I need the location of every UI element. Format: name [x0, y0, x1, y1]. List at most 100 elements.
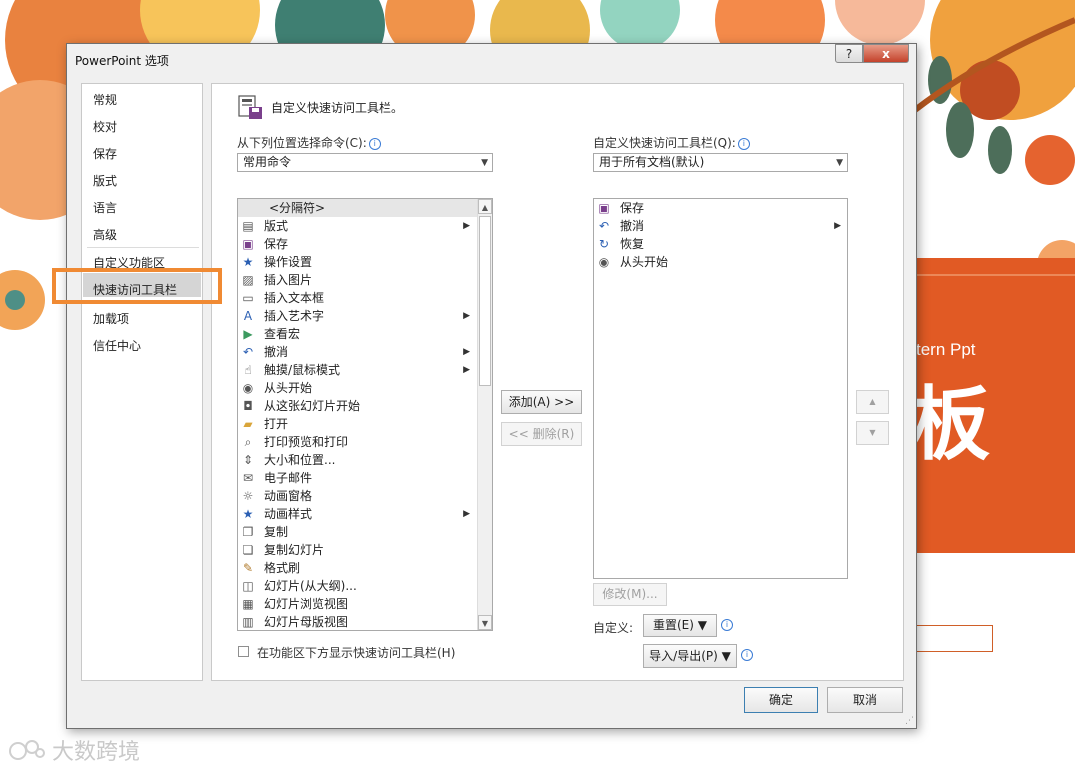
toolbar-item-row[interactable]: ◉ 从头开始 [594, 253, 847, 271]
choose-commands-label: 从下列位置选择命令(C): i [237, 134, 381, 151]
panel-heading: 自定义快速访问工具栏。 [271, 101, 404, 115]
command-row[interactable]: <分隔符> [238, 199, 492, 217]
command-label: 幻灯片(从大纲)... [264, 579, 357, 593]
command-row[interactable]: ◉ 从头开始 [238, 379, 492, 397]
toolbar-item-row[interactable]: ▣ 保存 [594, 199, 847, 217]
choose-commands-label-text: 从下列位置选择命令(C): [237, 136, 367, 150]
toolbar-item-row[interactable]: ↻ 恢复 [594, 235, 847, 253]
command-row[interactable]: ★ 操作设置 [238, 253, 492, 271]
commands-scrollbar[interactable]: ▲ ▼ [477, 199, 492, 630]
command-label: 操作设置 [264, 255, 313, 269]
help-button[interactable]: ? [835, 44, 863, 63]
save-icon: ▣ [598, 201, 610, 215]
resize-grip-icon[interactable]: ⋰ [905, 716, 914, 726]
add-button[interactable]: 添加(A) >> [501, 390, 582, 414]
toolbar-commands-list[interactable]: ▣ 保存 ↶ 撤消 ▶ ↻ 恢复 ◉ 从头开始 [593, 198, 848, 579]
modify-button[interactable]: 修改(M)... [593, 583, 667, 606]
move-down-button[interactable]: ▼ [856, 421, 889, 445]
nav-item-addins[interactable]: 加载项 [93, 310, 129, 327]
command-row[interactable]: ▶ 查看宏 [238, 325, 492, 343]
command-label: 查看宏 [264, 327, 301, 341]
info-icon: i [368, 137, 381, 150]
choose-commands-dropdown[interactable]: 常用命令 ▼ [237, 153, 493, 172]
command-row[interactable]: ☝ 触摸/鼠标模式 ▶ [238, 361, 492, 379]
layout-icon: ▤ [242, 219, 254, 233]
undo-icon: ↶ [598, 219, 610, 233]
animation-pane-icon: ☼ [242, 489, 254, 503]
customize-toolbar-dropdown[interactable]: 用于所有文档(默认) ▼ [593, 153, 848, 172]
command-label: 大小和位置... [264, 453, 336, 467]
close-button[interactable]: x [863, 44, 909, 63]
command-row[interactable]: A 插入艺术字 ▶ [238, 307, 492, 325]
command-row[interactable]: ❏ 复制幻灯片 [238, 541, 492, 559]
slide-master-icon: ▥ [242, 615, 254, 629]
command-row[interactable]: ✎ 格式刷 [238, 559, 492, 577]
customize-toolbar-value: 用于所有文档(默认) [599, 155, 705, 169]
category-nav: 常规 校对 保存 版式 语言 高级 自定义功能区 快速访问工具栏 加载项 信任中… [81, 83, 203, 681]
cancel-button[interactable]: 取消 [827, 687, 903, 713]
qat-settings-panel: 自定义快速访问工具栏。 从下列位置选择命令(C): i 常用命令 ▼ 自定义快速访… [211, 83, 904, 681]
command-label: 版式 [264, 219, 289, 233]
redo-icon: ↻ [598, 237, 610, 251]
show-below-ribbon-checkbox[interactable] [238, 646, 249, 657]
nav-item-language[interactable]: 语言 [93, 199, 117, 216]
command-row[interactable]: ◘ 从这张幻灯片开始 [238, 397, 492, 415]
submenu-arrow-icon: ▶ [463, 365, 470, 375]
nav-divider [87, 247, 199, 248]
command-row[interactable]: ⌕ 打印预览和打印 [238, 433, 492, 451]
ok-button[interactable]: 确定 [744, 687, 818, 713]
show-below-ribbon-label[interactable]: 在功能区下方显示快速访问工具栏(H) [257, 644, 455, 661]
customize-toolbar-label: 自定义快速访问工具栏(Q): i [593, 134, 750, 151]
scroll-down-icon[interactable]: ▼ [478, 615, 492, 630]
command-row[interactable]: ☼ 动画窗格 [238, 487, 492, 505]
toolbar-item-label: 从头开始 [620, 255, 669, 269]
remove-button[interactable]: << 删除(R) [501, 422, 582, 446]
command-label: 复制 [264, 525, 289, 539]
callout-highlight-box [52, 268, 222, 304]
help-icon: ? [845, 46, 853, 61]
command-row[interactable]: ▣ 保存 [238, 235, 492, 253]
nav-item-advanced[interactable]: 高级 [93, 226, 117, 243]
submenu-arrow-icon: ▶ [463, 311, 470, 321]
import-export-dropdown-button[interactable]: 导入/导出(P) ▼ [643, 644, 737, 668]
watermark-text: 大数跨境 [52, 740, 141, 765]
submenu-arrow-icon: ▶ [463, 509, 470, 519]
nav-item-general[interactable]: 常规 [93, 91, 117, 108]
command-row[interactable]: ▦ 幻灯片浏览视图 [238, 595, 492, 613]
nav-item-layout[interactable]: 版式 [93, 172, 117, 189]
command-label: 保存 [264, 237, 289, 251]
move-up-button[interactable]: ▲ [856, 390, 889, 414]
title-bar[interactable]: PowerPoint 选项 ? x [67, 44, 914, 74]
nav-item-save[interactable]: 保存 [93, 145, 117, 162]
toolbar-item-row[interactable]: ↶ 撤消 ▶ [594, 217, 847, 235]
command-row[interactable]: ❐ 复制 [238, 523, 492, 541]
info-icon: i [721, 619, 733, 631]
scroll-thumb[interactable] [479, 216, 491, 386]
nav-item-proofing[interactable]: 校对 [93, 118, 117, 135]
slide-title: 板 [910, 378, 990, 471]
customizations-label: 自定义: [593, 621, 634, 635]
command-row[interactable]: ▰ 打开 [238, 415, 492, 433]
print-preview-icon: ⌕ [244, 435, 252, 449]
command-row[interactable]: ★ 动画样式 ▶ [238, 505, 492, 523]
available-commands-list[interactable]: <分隔符> ▤ 版式 ▶ ▣ 保存 ★ 操作设置 ▨ 插入图片 ▭ 插入文本框 A 插入艺术字 ▶ ▶ 查看宏 ↶… [237, 198, 493, 631]
command-row[interactable]: ◫ 幻灯片(从大纲)... [238, 577, 492, 595]
command-row[interactable]: ▭ 插入文本框 [238, 289, 492, 307]
macro-icon: ▶ [243, 327, 253, 341]
chevron-down-icon: ▼ [836, 158, 843, 168]
scroll-up-icon[interactable]: ▲ [478, 199, 492, 214]
command-row[interactable]: ▤ 版式 ▶ [238, 217, 492, 235]
nav-item-trust-center[interactable]: 信任中心 [93, 337, 141, 354]
reset-dropdown-button[interactable]: 重置(E) ▼ [643, 614, 717, 637]
command-label: 动画窗格 [264, 489, 313, 503]
command-row[interactable]: ✉ 电子邮件 [238, 469, 492, 487]
insert-picture-icon: ▨ [242, 273, 254, 287]
command-row[interactable]: ↶ 撤消 ▶ [238, 343, 492, 361]
info-icon: i [737, 137, 750, 150]
choose-commands-value: 常用命令 [243, 155, 292, 169]
command-row[interactable]: ▨ 插入图片 [238, 271, 492, 289]
command-row[interactable]: ▥ 幻灯片母版视图 [238, 613, 492, 630]
size-position-icon: ⇕ [242, 453, 254, 467]
toolbar-item-label: 保存 [620, 201, 645, 215]
command-row[interactable]: ⇕ 大小和位置... [238, 451, 492, 469]
